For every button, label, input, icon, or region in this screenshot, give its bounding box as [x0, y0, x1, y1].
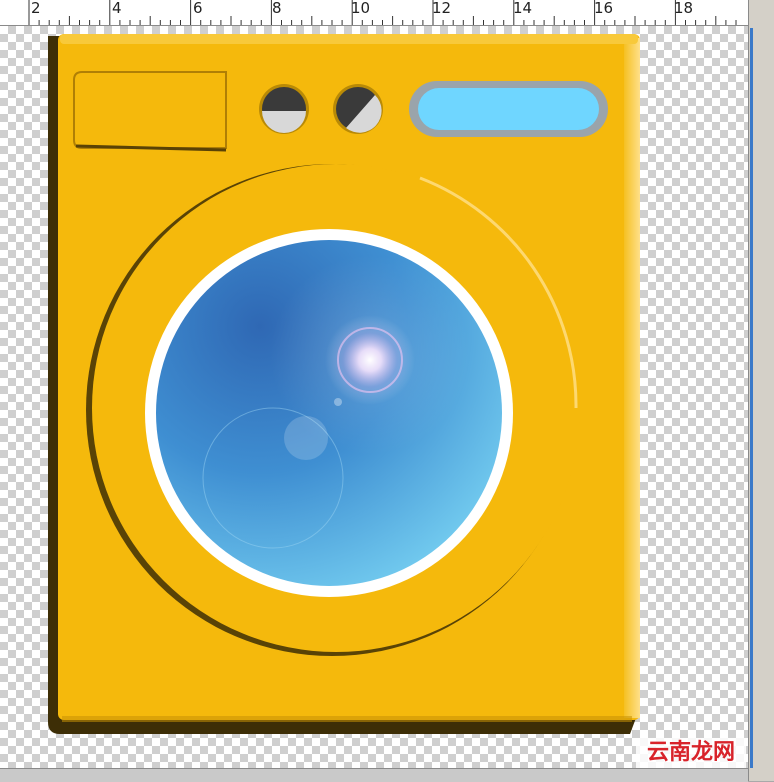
right-knob[interactable] [333, 84, 383, 134]
watermark: 云南龙网 [636, 738, 746, 768]
display-panel [418, 88, 599, 130]
left-knob[interactable] [259, 84, 309, 134]
washing-machine-illustration [48, 34, 640, 734]
bottom-bevel [62, 716, 632, 722]
bottom-scrollbar[interactable] [0, 768, 748, 782]
watermark-text: 云南龙网 [646, 740, 735, 765]
flare-spark [334, 398, 342, 406]
scrollbar-track-edge [750, 28, 753, 768]
side-highlight [624, 38, 640, 718]
flare-ghost-dot [284, 416, 328, 460]
top-bevel [60, 34, 638, 44]
